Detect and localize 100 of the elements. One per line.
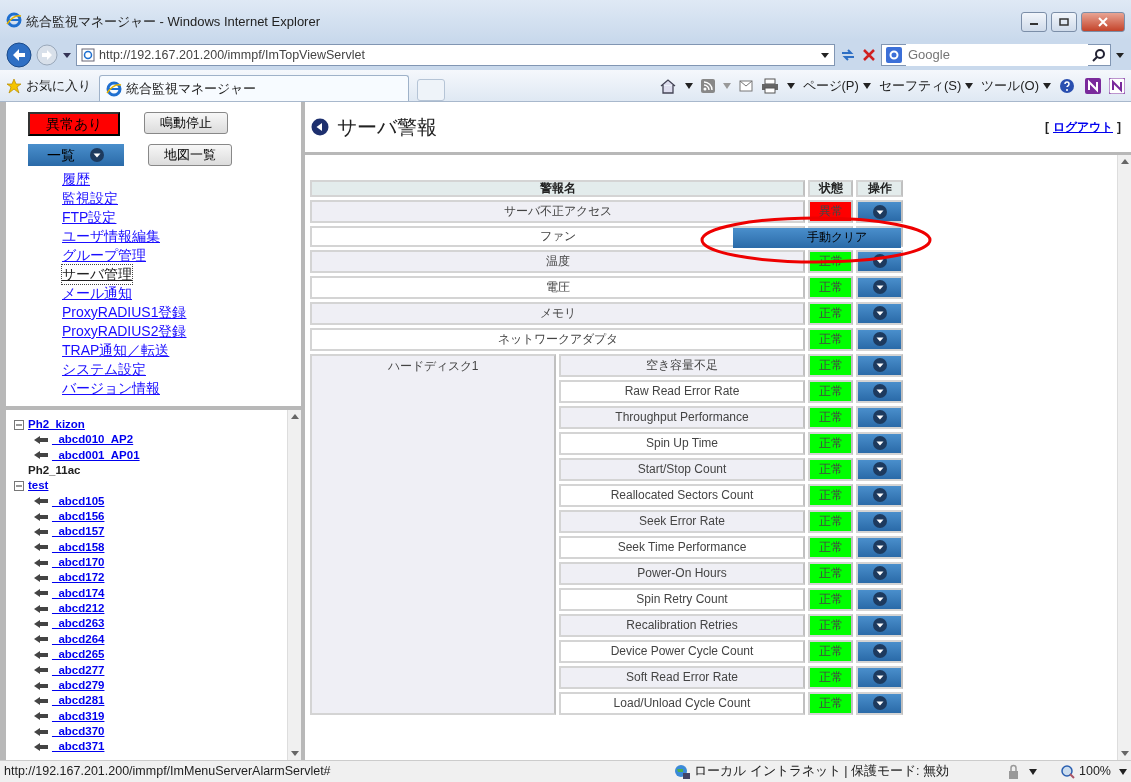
help-icon[interactable] (1059, 77, 1077, 94)
tree-item-link[interactable]: _abcd281 (52, 693, 105, 709)
toolbar-menu[interactable]: ページ(P) (802, 75, 871, 96)
action-dropdown-button[interactable] (858, 381, 901, 401)
favorites-button[interactable]: お気に入り (6, 70, 91, 101)
action-dropdown-button[interactable] (858, 485, 901, 505)
zoom-button[interactable]: 100% (1061, 762, 1111, 781)
back-icon[interactable] (311, 118, 329, 136)
menu-link[interactable]: グループ管理 (62, 246, 146, 265)
column-header: 警報名 (310, 180, 805, 198)
menu-link[interactable]: ProxyRADIUS1登録 (62, 303, 187, 322)
menu-link[interactable]: 監視設定 (62, 189, 118, 208)
chevron-down-icon (871, 409, 888, 426)
minimize-button[interactable] (1021, 12, 1047, 32)
close-button[interactable] (1081, 12, 1125, 32)
tree-item-link[interactable]: _abcd279 (52, 677, 105, 694)
action-dropdown-button[interactable] (858, 459, 901, 479)
menu-link[interactable]: TRAP通知／転送 (62, 341, 170, 360)
tree-item-link[interactable]: _abcd001_AP01 (52, 447, 140, 464)
scrollbar[interactable] (1117, 155, 1131, 760)
menu-link[interactable]: メール通知 (62, 284, 132, 303)
caret-icon[interactable] (1119, 768, 1127, 775)
menu-link[interactable]: ユーザ情報編集 (62, 227, 160, 246)
note-icon[interactable] (1085, 77, 1101, 94)
stop-button[interactable]: 鳴動停止 (144, 112, 228, 134)
bullet-icon (34, 681, 48, 690)
caret-icon[interactable] (786, 82, 795, 89)
tree-item-link[interactable]: _abcd156 (52, 509, 105, 525)
maximize-button[interactable] (1051, 12, 1077, 32)
action-dropdown-button[interactable] (858, 693, 901, 713)
collapse-toggle[interactable] (14, 419, 24, 430)
scrollbar[interactable] (287, 410, 301, 760)
tree-item-link[interactable]: _abcd105 (52, 493, 105, 510)
back-button-icon[interactable] (6, 42, 32, 68)
action-dropdown-button[interactable] (858, 537, 901, 557)
action-dropdown-button[interactable] (858, 615, 901, 635)
action-dropdown-button[interactable] (858, 667, 901, 687)
bullet-icon (34, 620, 48, 629)
action-dropdown-button[interactable] (858, 202, 901, 222)
mail-icon[interactable] (738, 79, 753, 92)
chevron-down-icon (871, 253, 888, 270)
tree-item-link[interactable]: _abcd265 (52, 647, 105, 663)
menu-link[interactable]: ProxyRADIUS2登録 (62, 322, 187, 341)
caret-icon[interactable] (62, 51, 72, 59)
action-dropdown-button[interactable] (858, 329, 901, 349)
feed-icon[interactable] (700, 78, 715, 93)
tree-item-link[interactable]: _abcd172 (52, 570, 105, 586)
menu-link[interactable]: システム設定 (62, 360, 146, 379)
action-dropdown-button[interactable] (858, 511, 901, 531)
action-dropdown-button[interactable] (858, 433, 901, 453)
search-icon[interactable] (1092, 48, 1106, 62)
scroll-down-icon[interactable] (290, 751, 299, 756)
tree-group-link[interactable]: test (28, 478, 49, 494)
tree-item-link[interactable]: _abcd158 (52, 539, 105, 556)
toolbar-menu[interactable]: ツール(O) (981, 75, 1051, 96)
action-dropdown-button[interactable] (858, 563, 901, 583)
action-dropdown-button[interactable] (858, 641, 901, 661)
menu-link[interactable]: バージョン情報 (62, 379, 160, 398)
dropdown-caret-icon[interactable] (820, 51, 830, 59)
view-dropdown[interactable]: 一覧 (28, 144, 124, 166)
tree-item-link[interactable]: _abcd010_AP2 (52, 432, 134, 448)
tree-item-link[interactable]: _abcd157 (52, 524, 105, 540)
tree-item-link[interactable]: _abcd212 (52, 601, 105, 617)
tree-item-link[interactable]: _abcd371 (52, 739, 105, 755)
window-title: 統合監視マネージャー - Windows Internet Explorer (26, 13, 320, 31)
action-dropdown-button[interactable] (858, 355, 901, 375)
toolbar-menu[interactable]: セーフティ(S) (878, 75, 974, 96)
alarm-button[interactable]: 異常あり (28, 112, 120, 136)
tree-item-link[interactable]: _abcd319 (52, 708, 105, 724)
note-icon[interactable] (1109, 77, 1125, 94)
tree-item-link[interactable]: _abcd174 (52, 585, 105, 602)
home-icon[interactable] (658, 77, 677, 94)
tree-item-link[interactable]: _abcd277 (52, 662, 105, 678)
tree-group-link[interactable]: Ph2_kizon (28, 417, 85, 433)
caret-icon[interactable] (1029, 768, 1037, 775)
tree-item-link[interactable]: _abcd263 (52, 616, 105, 632)
map-button[interactable]: 地図一覧 (148, 144, 232, 166)
printer-icon[interactable] (760, 77, 779, 94)
stop-icon[interactable] (861, 47, 877, 63)
caret-icon[interactable] (1115, 51, 1125, 59)
logout-link[interactable]: ログアウト (1053, 118, 1113, 136)
action-dropdown-button[interactable] (858, 589, 901, 609)
menu-link[interactable]: 履歴 (62, 170, 90, 189)
address-field[interactable]: http://192.167.201.200/immpf/ImTopViewServlet (76, 44, 835, 66)
tree-item-link[interactable]: _abcd370 (52, 723, 105, 740)
action-dropdown-button[interactable] (858, 407, 901, 427)
menu-link[interactable]: FTP設定 (62, 208, 117, 227)
tree-item-link[interactable]: _abcd264 (52, 631, 105, 648)
action-dropdown-button[interactable] (858, 303, 901, 323)
search-field[interactable]: Google (881, 44, 1111, 66)
search-provider-icon (886, 47, 902, 63)
collapse-toggle[interactable] (14, 481, 24, 492)
scroll-up-icon[interactable] (290, 414, 299, 419)
caret-icon[interactable] (684, 82, 693, 89)
scroll-up-icon[interactable] (1120, 159, 1129, 164)
action-dropdown-button[interactable] (858, 277, 901, 297)
scroll-down-icon[interactable] (1120, 751, 1129, 756)
menu-link[interactable]: サーバ管理 (62, 265, 132, 284)
tree-item-link[interactable]: _abcd170 (52, 555, 105, 571)
browser-tab[interactable]: 統合監視マネージャー (99, 75, 409, 101)
